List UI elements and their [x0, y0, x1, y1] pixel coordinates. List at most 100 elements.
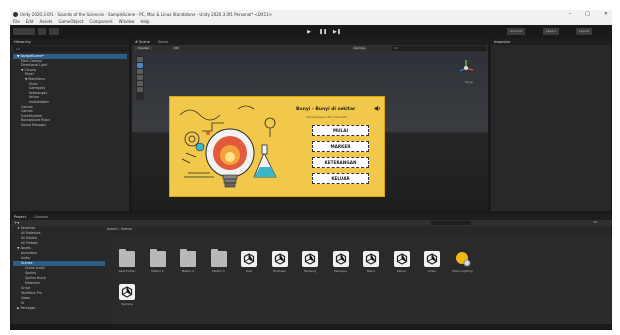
status-bar: [10, 324, 612, 330]
asset-label: Kuis: [245, 269, 253, 273]
asset-label: Evaluasi: [273, 269, 286, 273]
tab-game[interactable]: Game: [158, 40, 168, 44]
persp-label: Persp: [464, 80, 473, 84]
unity-scene-icon: [302, 251, 318, 267]
pause-button[interactable]: ❚❚: [319, 28, 327, 35]
transform-tools[interactable]: [13, 28, 35, 35]
asset-label: Materi 1: [151, 269, 164, 273]
scene-tools-overlay: [136, 56, 144, 100]
rotate-tool-icon[interactable]: [137, 69, 143, 74]
project-folder-tree: ★ Favorites All Materials All Models All Pr…: [13, 226, 105, 311]
asset-item[interactable]: Video: [419, 251, 445, 273]
project-folder-item[interactable]: ▶ Packages: [13, 306, 105, 311]
transform-tool-icon[interactable]: [137, 87, 143, 92]
hierarchy-item[interactable]: Sound Manager: [13, 123, 127, 128]
mulai-button[interactable]: MULAI: [312, 125, 369, 136]
asset-item[interactable]: Sample: [114, 284, 140, 306]
keterangan-button[interactable]: KETERANGAN: [312, 157, 369, 168]
speaker-icon[interactable]: [374, 105, 381, 112]
asset-item[interactable]: Materi 1: [145, 249, 171, 273]
menu-assets[interactable]: Assets: [39, 19, 52, 24]
unity-scene-icon: [119, 284, 135, 300]
close-button[interactable]: ✕: [604, 11, 608, 17]
asset-label: Petunjuk: [334, 269, 347, 273]
asset-grid: Aset Folder Materi 1 Materi 2 Materi 3 Kuis E…: [106, 237, 612, 330]
tab-inspector[interactable]: Inspector: [494, 40, 510, 44]
asset-label: Main Lighting: [452, 269, 473, 273]
menu-edit[interactable]: Edit: [26, 19, 34, 24]
asset-item[interactable]: Aset Folder: [114, 249, 140, 273]
asset-item[interactable]: Main Lighting: [450, 251, 476, 273]
tab-scene[interactable]: # Scene: [135, 40, 150, 44]
pivot-toggle[interactable]: [49, 28, 59, 35]
asset-label: Video: [427, 269, 437, 273]
scene-viewport[interactable]: Persp Bunyi - Bunyi di sekitar Pembelaja…: [132, 52, 488, 211]
asset-label: Menu: [366, 269, 376, 273]
move-tool-icon[interactable]: [137, 63, 143, 68]
asset-item[interactable]: Kuis: [236, 251, 262, 273]
keluar-button[interactable]: KELUAR: [312, 173, 369, 184]
tab-project[interactable]: Project: [14, 215, 26, 219]
asset-label: Keluar: [396, 269, 407, 273]
title-bar: Unity 2020.3.0f1 - Sounds of the Science…: [10, 10, 612, 18]
lighting-settings-icon: [455, 251, 471, 267]
unity-scene-icon: [241, 251, 257, 267]
hierarchy-panel: Hierarchy All ▼ SampleScene* Main Camera D…: [10, 38, 130, 212]
scene-search-input[interactable]: All: [392, 46, 487, 51]
unity-scene-icon: [424, 251, 440, 267]
tab-hierarchy[interactable]: Hierarchy: [14, 40, 31, 44]
play-button[interactable]: ▶: [305, 28, 313, 35]
menu-component[interactable]: Component: [89, 19, 112, 24]
hand-tool-icon[interactable]: [137, 57, 143, 62]
menu-help[interactable]: Help: [140, 19, 149, 24]
minimize-button[interactable]: –: [569, 11, 572, 17]
account-dropdown[interactable]: Account: [507, 28, 526, 35]
cloud-icon[interactable]: [38, 28, 46, 35]
asset-item[interactable]: Petunjuk: [328, 251, 354, 273]
menu-bar: File Edit Assets GameObject Component Wi…: [10, 18, 612, 25]
folder-icon: [180, 249, 196, 267]
asset-label: Aset Folder: [118, 269, 136, 273]
game-main-menu-canvas[interactable]: Bunyi - Bunyi di sekitar Pembelajaran IP…: [169, 96, 385, 197]
scene-toolbar: Shaded 2D Gizmos All: [132, 45, 488, 52]
asset-item[interactable]: Keluar: [389, 251, 415, 273]
asset-item[interactable]: Tentang: [297, 251, 323, 273]
unity-scene-icon: [271, 251, 288, 267]
add-asset-button[interactable]: +▾: [14, 220, 19, 225]
asset-label: Tentang: [304, 269, 316, 273]
layout-dropdown[interactable]: Layout: [576, 28, 593, 35]
maximize-button[interactable]: □: [585, 11, 590, 17]
gizmos-dropdown[interactable]: Gizmos: [352, 46, 368, 50]
unity-editor-window: Unity 2020.3.0f1 - Sounds of the Science…: [10, 10, 612, 330]
scene-gizmo-icon[interactable]: [456, 58, 476, 78]
breadcrumb-scenes[interactable]: Scenes: [121, 227, 132, 231]
scene-panel: # Scene Game Shaded 2D Gizmos All Persp …: [131, 38, 489, 212]
breadcrumb-assets[interactable]: Assets: [107, 227, 117, 231]
menu-file[interactable]: File: [13, 19, 20, 24]
asset-label: Sample: [121, 302, 133, 306]
scale-tool-icon[interactable]: [137, 75, 143, 80]
breadcrumb: Assets › Scenes: [107, 227, 133, 231]
2d-toggle[interactable]: 2D: [172, 46, 181, 50]
hierarchy-search-input[interactable]: All: [13, 46, 129, 52]
game-title: Bunyi - Bunyi di sekitar: [296, 107, 356, 112]
menu-gameobject[interactable]: GameObject: [58, 19, 83, 24]
asset-item[interactable]: Evaluasi: [267, 251, 293, 273]
project-search-input[interactable]: [431, 221, 471, 225]
folder-icon: [210, 249, 227, 267]
asset-item[interactable]: Materi 3: [206, 249, 232, 273]
folder-icon: [149, 249, 166, 267]
step-button[interactable]: ▶❚: [333, 28, 341, 35]
marker-button[interactable]: MARKER: [312, 141, 369, 152]
layers-dropdown[interactable]: Layers: [543, 28, 559, 35]
menu-window[interactable]: Window: [119, 19, 135, 24]
asset-label: Materi 3: [212, 269, 225, 273]
shading-mode-dropdown[interactable]: Shaded: [135, 46, 153, 50]
tab-console[interactable]: Console: [34, 215, 48, 219]
asset-item[interactable]: Materi 2: [175, 249, 201, 273]
unity-scene-icon: [393, 251, 410, 267]
unity-scene-icon: [332, 251, 349, 267]
asset-item[interactable]: Menu: [358, 251, 384, 273]
rect-tool-icon[interactable]: [137, 81, 143, 86]
asset-label: Materi 2: [181, 269, 195, 273]
